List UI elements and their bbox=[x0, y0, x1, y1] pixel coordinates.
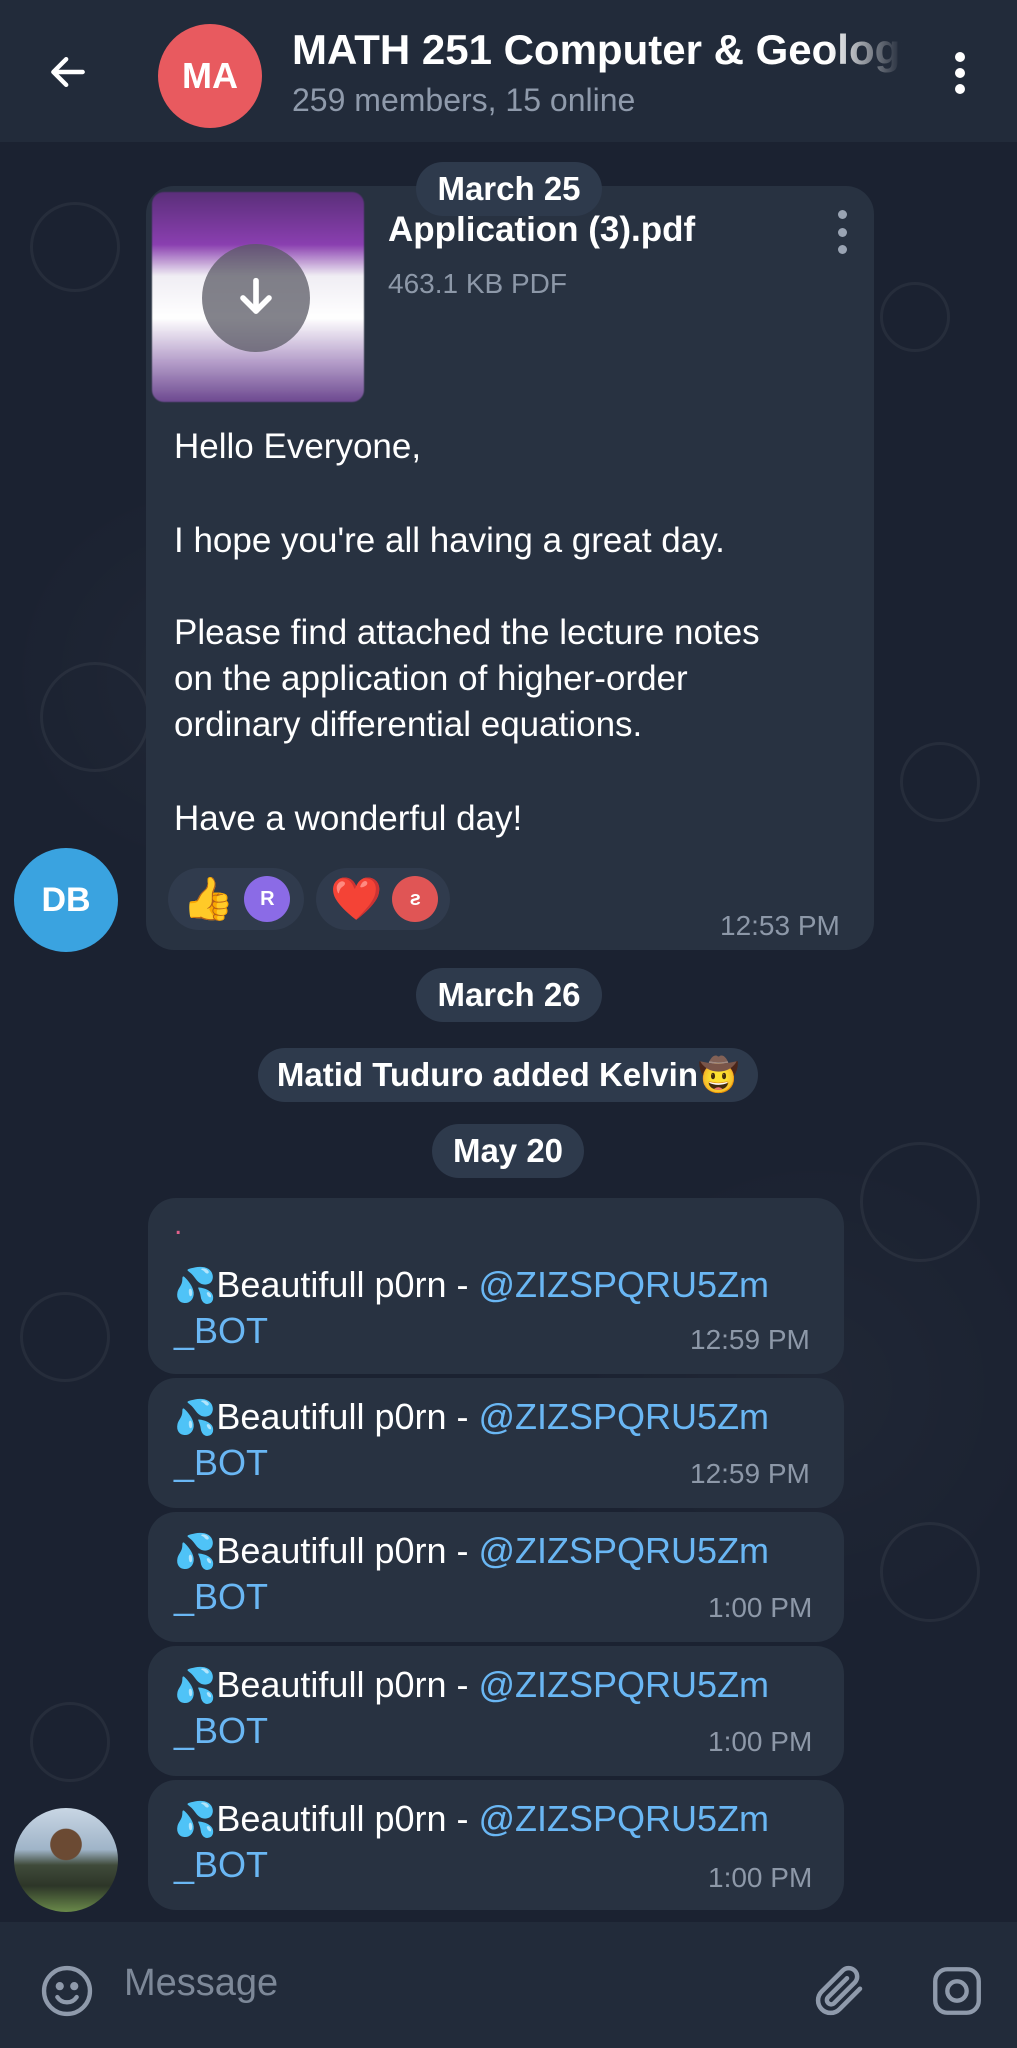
message-text: Beautifull p0rn - bbox=[216, 1396, 479, 1437]
bot-link[interactable]: @ZIZSPQRU5Zm bbox=[479, 1396, 770, 1437]
bot-link[interactable]: _BOT bbox=[174, 1708, 268, 1754]
sweat-drops-icon: 💦 bbox=[174, 1801, 217, 1839]
sender-avatar-photo[interactable] bbox=[14, 1808, 118, 1912]
camera-button[interactable] bbox=[928, 1962, 986, 2020]
download-button[interactable] bbox=[202, 244, 310, 352]
service-message: Matid Tuduro added Kelvin🤠 bbox=[258, 1048, 758, 1102]
bot-link[interactable]: _BOT bbox=[174, 1308, 268, 1354]
message-line: on the application of higher-order bbox=[174, 659, 688, 698]
message-bubble[interactable]: 💦Beautifull p0rn - @ZIZSPQRU5Zm _BOT 1:0… bbox=[148, 1780, 844, 1910]
more-vertical-icon bbox=[837, 210, 847, 219]
chat-title[interactable]: MATH 251 Computer & Geology bbox=[292, 26, 902, 74]
sweat-drops-icon: 💦 bbox=[174, 1667, 217, 1705]
bot-link[interactable]: _BOT bbox=[174, 1574, 268, 1620]
smile-icon bbox=[41, 1965, 93, 2017]
message-line: Hello Everyone, bbox=[174, 427, 422, 466]
more-vertical-icon bbox=[955, 52, 965, 62]
message-text: Beautifull p0rn - bbox=[216, 1530, 479, 1571]
date-separator: March 26 bbox=[416, 968, 602, 1022]
arrow-left-icon bbox=[51, 56, 85, 88]
reactor-avatar: R bbox=[244, 876, 291, 922]
instagram-camera-icon bbox=[933, 1967, 981, 2015]
bot-link[interactable]: _BOT bbox=[174, 1440, 268, 1486]
message-line: Please find attached the lecture notes bbox=[174, 613, 760, 652]
reactor-avatar: ƨ bbox=[392, 876, 439, 922]
message-line: I hope you're all having a great day. bbox=[174, 521, 725, 560]
date-separator: May 20 bbox=[432, 1124, 584, 1178]
message-time: 1:00 PM bbox=[708, 1592, 813, 1623]
date-separator: March 25 bbox=[416, 162, 602, 216]
message-text: Beautifull p0rn - bbox=[216, 1664, 479, 1705]
emoji-button[interactable] bbox=[38, 1962, 96, 2020]
message-bubble[interactable]: 💦Beautifull p0rn - @ZIZSPQRU5Zm _BOT 1:0… bbox=[148, 1512, 844, 1642]
sender-avatar[interactable]: DB bbox=[14, 848, 118, 952]
bot-link[interactable]: _BOT bbox=[174, 1842, 268, 1888]
back-button[interactable] bbox=[40, 44, 96, 100]
message-time: 12:53 PM bbox=[720, 910, 840, 941]
message-time: 1:00 PM bbox=[708, 1862, 813, 1893]
message-bubble[interactable]: 💦Beautifull p0rn - @ZIZSPQRU5Zm _BOT 12:… bbox=[148, 1378, 844, 1508]
message-time: 12:59 PM bbox=[690, 1324, 810, 1355]
member-count: 259 members, 15 online bbox=[292, 82, 636, 118]
message-bubble[interactable]: . 💦Beautifull p0rn - @ZIZSPQRU5Zm _BOT 1… bbox=[148, 1198, 844, 1374]
document-name[interactable]: Application (3).pdf bbox=[388, 210, 695, 250]
group-avatar[interactable]: MA bbox=[158, 24, 262, 128]
download-icon bbox=[240, 277, 272, 314]
message-line: Have a wonderful day! bbox=[174, 799, 523, 838]
message-text: Beautifull p0rn - bbox=[216, 1264, 479, 1305]
document-size: 463.1 KB PDF bbox=[388, 268, 567, 299]
chat-header: MA MATH 251 Computer & Geology 259 membe… bbox=[0, 0, 1017, 142]
document-menu-button[interactable] bbox=[834, 210, 850, 254]
message-bubble[interactable]: 💦Beautifull p0rn - @ZIZSPQRU5Zm _BOT 1:0… bbox=[148, 1646, 844, 1776]
heart-icon: ❤️ bbox=[330, 875, 383, 922]
bot-link[interactable]: @ZIZSPQRU5Zm bbox=[479, 1530, 770, 1571]
prefix-dot: . bbox=[174, 1208, 183, 1241]
paperclip-icon bbox=[815, 1965, 863, 2016]
message-time: 1:00 PM bbox=[708, 1726, 813, 1757]
reaction-heart[interactable]: ❤️ ƨ bbox=[316, 868, 450, 930]
message-input[interactable]: Message bbox=[124, 1962, 278, 2005]
more-menu-button[interactable] bbox=[940, 48, 980, 98]
sweat-drops-icon: 💦 bbox=[174, 1267, 217, 1305]
message-text: Beautifull p0rn - bbox=[216, 1798, 479, 1839]
thumbs-up-icon: 👍 bbox=[182, 875, 235, 922]
reaction-thumbs-up[interactable]: 👍 R bbox=[168, 868, 304, 930]
sweat-drops-icon: 💦 bbox=[174, 1399, 217, 1437]
attach-button[interactable] bbox=[810, 1960, 870, 2020]
message-line: ordinary differential equations. bbox=[174, 705, 643, 744]
bot-link[interactable]: @ZIZSPQRU5Zm bbox=[479, 1264, 770, 1305]
bot-link[interactable]: @ZIZSPQRU5Zm bbox=[479, 1664, 770, 1705]
bot-link[interactable]: @ZIZSPQRU5Zm bbox=[479, 1798, 770, 1839]
message-time: 12:59 PM bbox=[690, 1458, 810, 1489]
sweat-drops-icon: 💦 bbox=[174, 1533, 217, 1571]
